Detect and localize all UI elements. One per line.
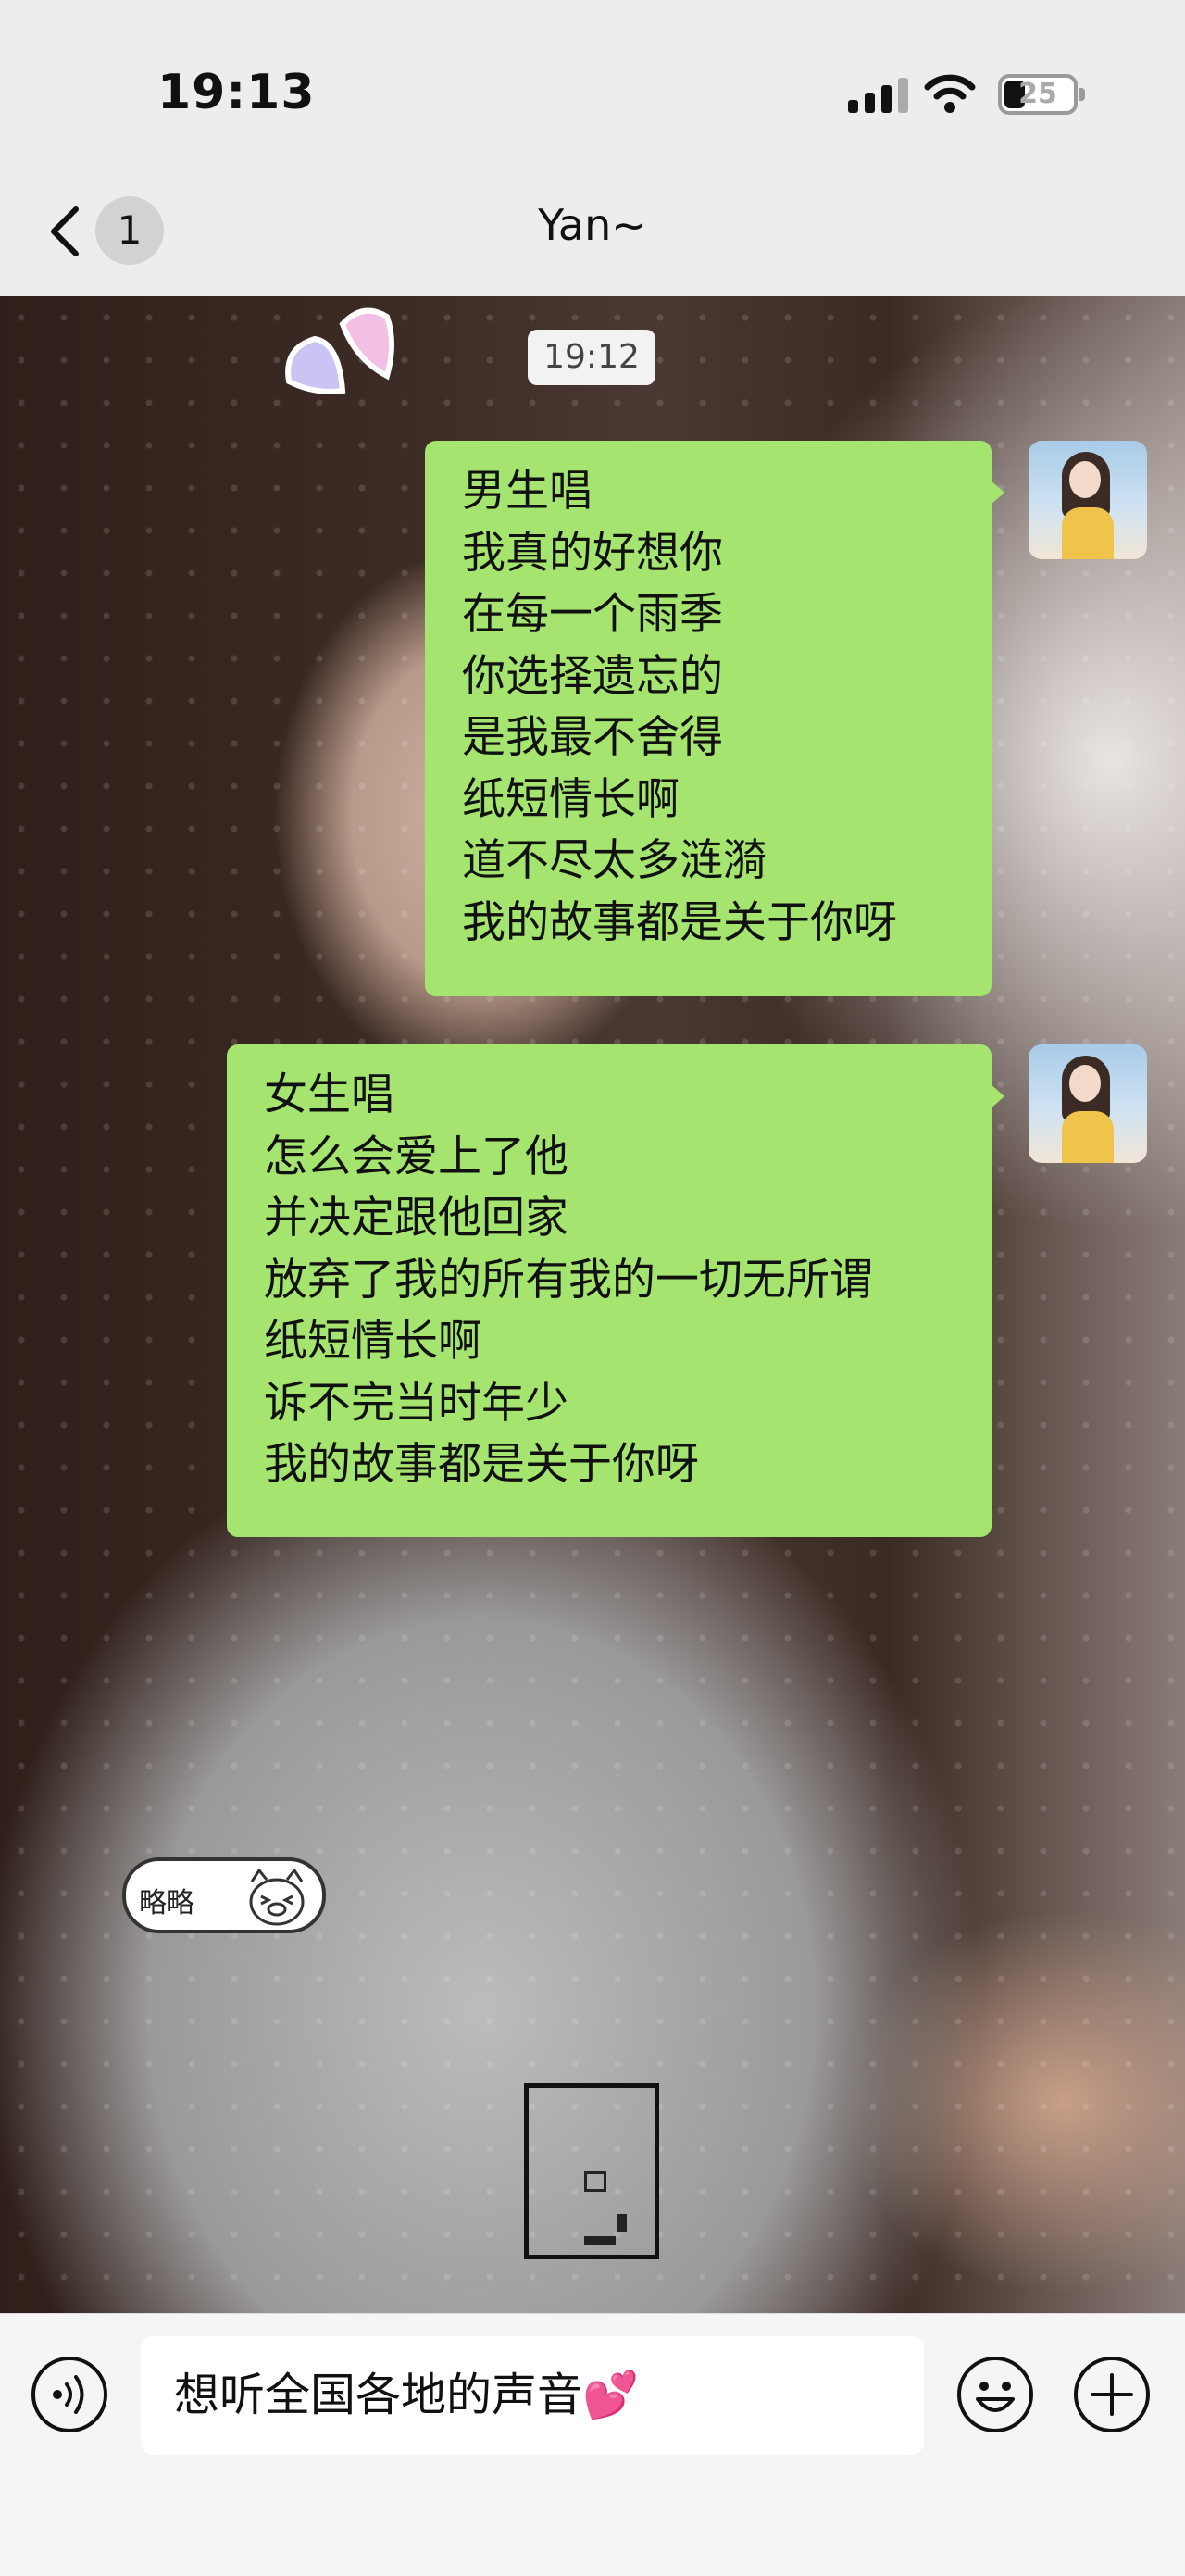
- message-timestamp: 19:12: [528, 330, 655, 385]
- message-line: 纸短情长啊: [264, 1316, 481, 1367]
- message-line: 放弃了我的所有我的一切无所谓: [264, 1254, 873, 1306]
- message-line: 是我最不舍得: [462, 712, 723, 763]
- battery-icon: 25: [998, 74, 1085, 115]
- chat-title: Yan~: [538, 200, 647, 250]
- message-line: 并决定跟他回家: [264, 1193, 568, 1244]
- plus-icon[interactable]: [1072, 2355, 1152, 2434]
- voice-icon[interactable]: [30, 2355, 109, 2434]
- emoji-icon[interactable]: [955, 2355, 1035, 2434]
- message-line: 你选择遗忘的: [462, 650, 723, 702]
- pig-face-icon: [249, 1869, 305, 1926]
- message-bubble[interactable]: 男生唱 我真的好想你 在每一个雨季 你选择遗忘的 是我最不舍得 纸短情长啊 道不…: [425, 441, 1004, 996]
- message-bubble[interactable]: 女生唱 怎么会爱上了他 并决定跟他回家 放弃了我的所有我的一切无所谓 纸短情长啊…: [227, 1044, 1004, 1537]
- message-line: 道不尽太多涟漪: [462, 835, 767, 886]
- status-bar: 19:13 25: [0, 0, 1185, 167]
- avatar[interactable]: [1029, 1044, 1147, 1163]
- avatar[interactable]: [1029, 441, 1147, 559]
- message-line: 男生唱: [462, 466, 592, 517]
- message-line: 我的故事都是关于你呀: [264, 1439, 699, 1490]
- status-time: 19:13: [157, 65, 316, 120]
- wifi-icon: [924, 74, 976, 113]
- message-line: 女生唱: [264, 1069, 394, 1120]
- message-line: 在每一个雨季: [462, 589, 723, 640]
- sketch-frame-decoration: [524, 2083, 659, 2259]
- battery-level: 25: [1018, 78, 1057, 110]
- cellular-signal-icon: [848, 76, 908, 113]
- chat-area[interactable]: 19:12 男生唱 我真的好想你 在每一个雨季 你选择遗忘的 是我最不舍得 纸短…: [0, 296, 1185, 2313]
- message-line: 诉不完当时年少: [264, 1377, 568, 1429]
- sticker-text: 略略: [139, 1887, 194, 1919]
- message-input[interactable]: 想听全国各地的声音💕: [141, 2336, 924, 2455]
- sticker-decoration: 略略: [122, 1857, 326, 1933]
- message-line: 我的故事都是关于你呀: [462, 896, 897, 948]
- input-toolbar: 想听全国各地的声音💕: [0, 2313, 1185, 2576]
- message-line: 我真的好想你: [462, 527, 723, 579]
- hair-clip-icon: [285, 307, 394, 394]
- message-line: 纸短情长啊: [462, 773, 680, 825]
- message-line: 怎么会爱上了他: [264, 1131, 568, 1182]
- wechat-chat-screen: 19:13 25 1 Yan~ 19:12 男生唱 我真的好想你 在每一个雨季 …: [0, 0, 1185, 2576]
